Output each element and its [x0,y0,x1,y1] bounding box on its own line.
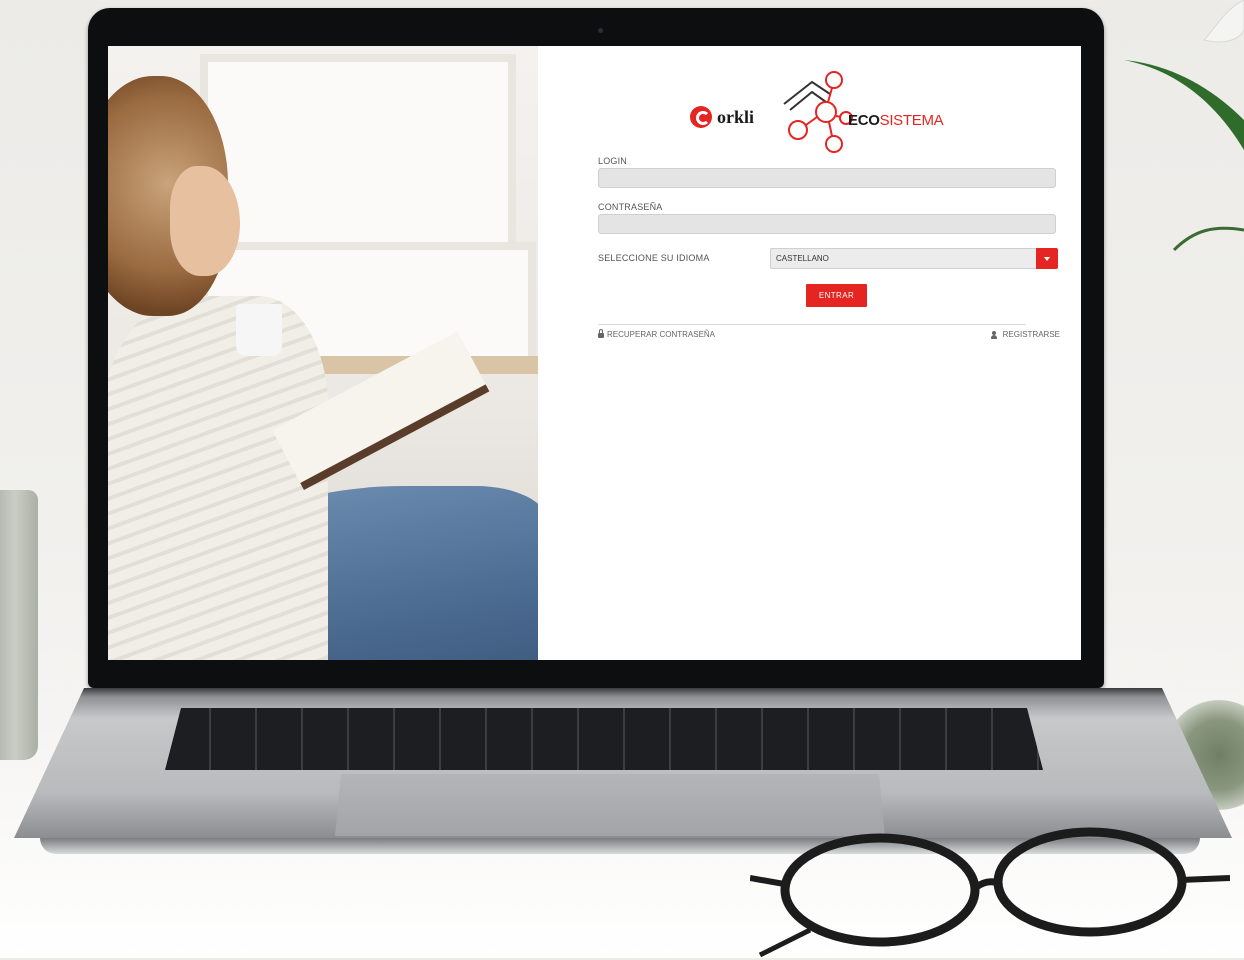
recover-password-text: RECUPERAR CONTRASEÑA [607,330,716,339]
lock-icon [598,329,604,338]
login-label: LOGIN [598,156,628,166]
orkli-wordmark: orkli [717,106,755,127]
register-link[interactable]: REGISTRARSE [990,330,1060,339]
background-plant [1124,0,1244,252]
ecosistema-house-icon [783,71,853,153]
password-input[interactable] [598,214,1056,234]
photo-face [170,166,240,276]
background-mug [0,490,38,760]
eyeglasses [750,827,1230,958]
laptop-screen: orkli ECOSISTEMA LOGIN CONTRASEÑA SELECC… [108,46,1081,660]
hero-photo [108,46,538,660]
login-input[interactable] [598,168,1056,188]
photo-window-upper [200,54,516,250]
ecosistema-wordmark-bold: ECO [848,112,880,129]
register-text: REGISTRARSE [1002,330,1060,339]
orkli-logo: orkli [690,106,754,128]
submit-button[interactable]: ENTRAR [806,284,867,307]
language-select-value: CASTELLANO [776,254,829,263]
photo-sweater [108,296,328,660]
ecosistema-wordmark: ECOSISTEMA [848,112,944,129]
language-select[interactable]: CASTELLANO [770,248,1058,269]
divider [598,324,1026,325]
language-label: SELECCIONE SU IDIOMA [598,253,710,263]
laptop-keyboard [165,708,1043,770]
password-label: CONTRASEÑA [598,202,663,212]
ecosistema-wordmark-light: SISTEMA [879,112,944,129]
webcam [598,28,603,33]
login-form: orkli ECOSISTEMA LOGIN CONTRASEÑA SELECC… [538,46,1081,660]
scene: orkli ECOSISTEMA LOGIN CONTRASEÑA SELECC… [0,0,1244,958]
recover-password-link[interactable]: RECUPERAR CONTRASEÑA [598,329,716,339]
orkli-logo-icon [690,106,712,128]
photo-mug [236,304,282,356]
user-plus-icon [990,330,1000,339]
chevron-down-icon[interactable] [1036,248,1058,269]
logo: orkli ECOSISTEMA [690,64,960,156]
